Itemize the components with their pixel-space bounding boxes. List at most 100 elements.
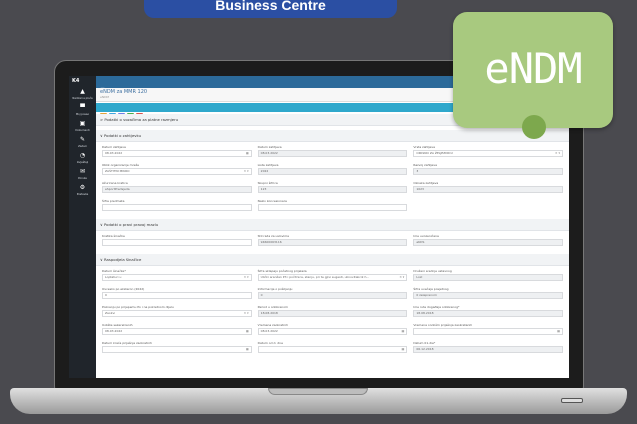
sidebar-item-label: Izvještaji: [76, 161, 89, 164]
app-logo[interactable]: K4: [69, 76, 96, 88]
field-input[interactable]: Ulički aranžan P3 i počitnica, stanju, p…: [257, 274, 408, 281]
field-input[interactable]: 08.03.2022 ▦: [257, 328, 408, 335]
form-grid: Datum zahtjeva 08.03.2022 ▦ Datum zahtjeva 0…: [96, 142, 569, 219]
form-field: Datum 01.die* 06.12.2018: [413, 341, 563, 356]
sidebar-item-label: Zadaci: [78, 145, 87, 148]
sidebar: K4 ▲ Nadzorna ploča ▀ Moj posao ▣ Dokumenti ✎ Z…: [69, 76, 96, 378]
field-input[interactable]: 08.03.2022 ▦: [102, 150, 252, 157]
sidebar-item[interactable]: ▣ Dokumenti: [69, 120, 96, 136]
form-field: Naziv koncesionara: [257, 199, 408, 214]
section-header[interactable]: ∨ Raspodjela šinačice: [96, 254, 569, 266]
field-input: 18.08.2018: [413, 310, 563, 317]
dropdown-chevron-icon[interactable]: ✕ ▾: [555, 151, 560, 156]
form-field: Stil rada za uslovima 94600063116: [257, 234, 408, 249]
form-field: Šifra uvečaja posjetnog 0 zeleprenom: [413, 287, 563, 302]
form-field: Vrsta zahtjeva OPASNO ZA ŽELJEZNICU ✕ ▾: [413, 145, 563, 160]
field-value: 123: [260, 187, 267, 191]
sidebar-icon: ✎: [79, 136, 86, 143]
calendar-icon[interactable]: ▦: [246, 329, 249, 334]
form-field: Druženi srednje ustavnog Loxl: [413, 269, 563, 284]
field-value: 08.03.2022: [260, 151, 278, 155]
sidebar-item[interactable]: ⚙ Postavke: [69, 184, 96, 200]
form-field: [413, 199, 563, 214]
form-field: Skupni šifrica 123: [257, 181, 408, 196]
form-field: Datum kraća prijašnja zaokretnih ▦: [102, 341, 252, 356]
field-input[interactable]: ▦: [413, 328, 563, 335]
form-field: Ovcesko po eksteron (2022) 0: [102, 287, 252, 302]
form-field: Period u odobrenom 18.08.2018: [257, 305, 408, 320]
field-input[interactable]: ZAŠTITNI MIKRO ✕ ▾: [102, 168, 252, 175]
field-input: 18.08.2018: [257, 310, 408, 317]
field-value: 94600063116: [260, 240, 282, 244]
field-input: 94600063116: [257, 239, 408, 246]
calendar-icon[interactable]: ▦: [246, 347, 249, 352]
endm-logo-text: eNDM: [484, 44, 582, 93]
field-input[interactable]: [102, 204, 252, 211]
calendar-icon[interactable]: ▦: [401, 347, 404, 352]
field-value: Ulički aranžan P3 i počitnica, stanju, p…: [260, 275, 370, 279]
field-input[interactable]: 0: [102, 292, 252, 299]
sidebar-item[interactable]: ✉ Poruke: [69, 168, 96, 184]
field-value: Loptaturi u: [105, 275, 122, 279]
field-value: Loxl: [416, 275, 423, 279]
laptop-indicator: [561, 398, 583, 403]
field-value: 0: [105, 293, 107, 297]
field-value: 2022: [260, 169, 269, 173]
dropdown-chevron-icon[interactable]: ✕ ▾: [244, 311, 249, 316]
field-input: eKDS: [413, 239, 563, 246]
form-field: Ažurirana kratica eSportPredsjeda: [102, 181, 252, 196]
field-input: 0 zeleprenom: [413, 292, 563, 299]
sidebar-item-label: Moj posao: [75, 113, 90, 116]
sidebar-item[interactable]: ▀ Moj posao: [69, 104, 96, 120]
field-value: 18.08.2018: [260, 311, 278, 315]
sidebar-item[interactable]: ◔ Izvještaji: [69, 152, 96, 168]
form-field: Ime uvozeničana eKDS: [413, 234, 563, 249]
form-field: Datum od d. dne ▦: [257, 341, 408, 356]
field-input[interactable]: Loptaturi u ✕ ▾: [102, 274, 252, 281]
sidebar-item[interactable]: ▲ Nadzorna ploča: [69, 88, 96, 104]
section-header[interactable]: ∨ Podatki o pravi pravoj mazlu: [96, 219, 569, 231]
form-field: Datum zahtjeva 08.03.2022: [257, 145, 408, 160]
field-input[interactable]: ▦: [102, 346, 252, 353]
field-value: 06.12.2018: [416, 347, 434, 351]
calendar-icon[interactable]: ▦: [246, 151, 249, 156]
form-field: Ime rute događaja odobrenog* 18.08.2018: [413, 305, 563, 320]
field-input: 08.03.2022: [257, 150, 408, 157]
form-grid: Datum šinačke* Loptaturi u ✕ ▾ Šifra sklapa…: [96, 266, 569, 361]
badge-dot-icon: [522, 115, 546, 139]
field-value: 08.03.2022: [260, 329, 278, 333]
form-content: > Podatki o vozačima za platne razmjeru ∨…: [96, 114, 569, 378]
sidebar-item-label: Dokumenti: [75, 129, 90, 132]
form-field: Datum zahtjeva 08.03.2022 ▦: [102, 145, 252, 160]
field-value: ZAŠTITNI MIKRO: [105, 169, 130, 173]
field-value: 3: [416, 169, 419, 173]
section-header[interactable]: ∨ Podatki o zahtjevku: [96, 130, 569, 142]
field-input[interactable]: [257, 204, 408, 211]
field-value: 08.03.2022: [105, 329, 123, 333]
form-field: Razvoj zahtjeva 3: [413, 163, 563, 178]
sidebar-icon: ▀: [80, 104, 85, 111]
field-value: eSportPredsjeda: [105, 187, 130, 191]
form-field: Šifra sklapaju početnog prijelaza Ulički …: [257, 269, 408, 284]
sidebar-item[interactable]: ✎ Zadaci: [69, 136, 96, 152]
sidebar-icon: ✉: [79, 168, 86, 175]
field-input: eSportPredsjeda: [102, 186, 252, 193]
business-centre-banner: Business Centre: [144, 0, 397, 18]
dropdown-chevron-icon[interactable]: ✕ ▾: [244, 275, 249, 280]
calendar-icon[interactable]: ▦: [557, 329, 560, 334]
form-field: Šifra predmeta: [102, 199, 252, 214]
form-field: Vremena zaokretnih 08.03.2022 ▦: [257, 323, 408, 338]
sidebar-item-label: Nadzorna ploča: [72, 97, 93, 100]
field-input[interactable]: OPASNO ZA ŽELJEZNICU ✕ ▾: [413, 150, 563, 157]
field-value: 1023: [416, 187, 424, 191]
field-input[interactable]: ▦: [257, 346, 408, 353]
dropdown-chevron-icon[interactable]: ✕ ▾: [244, 169, 249, 174]
field-input: Loxl: [413, 274, 563, 281]
field-input[interactable]: [102, 239, 252, 246]
field-input[interactable]: 08.03.2022 ▦: [102, 328, 252, 335]
calendar-icon[interactable]: ▦: [401, 329, 404, 334]
form-field: Oznaka zahtjeva 1023: [413, 181, 563, 196]
field-input[interactable]: Zaokvi ✕ ▾: [102, 310, 252, 317]
dropdown-chevron-icon[interactable]: ✕ ▾: [399, 275, 404, 280]
field-value: 0: [260, 293, 263, 297]
